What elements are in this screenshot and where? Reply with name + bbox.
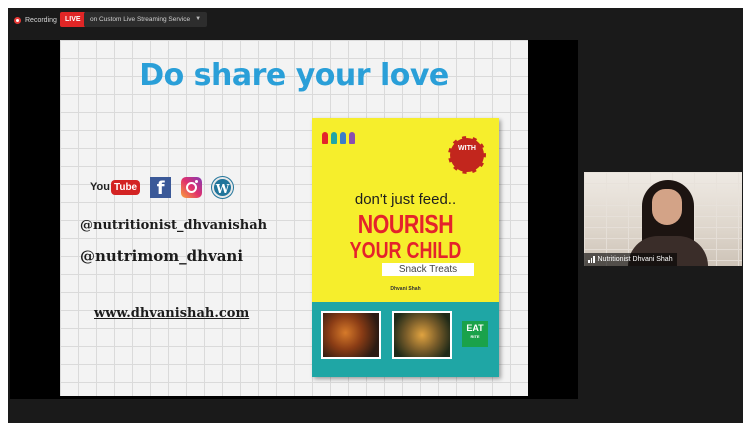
presentation-slide: Do share your love You Tube f W @nutriti…: [60, 40, 528, 396]
participant-nameplate: Nutritionist Dhvani Shah: [584, 253, 677, 266]
streaming-service-label: on Custom Live Streaming Service: [90, 16, 191, 23]
book-title-line2: YOUR CHILD: [349, 237, 462, 263]
wordpress-icon: W: [212, 176, 234, 198]
youtube-you: You: [90, 181, 110, 193]
book-tagline: don't just feed..: [354, 191, 457, 208]
kids-logo-icon: [322, 132, 362, 146]
book-title-line1: NOURISH: [357, 209, 454, 239]
instagram-icon: [181, 176, 203, 198]
recording-label: Recording: [25, 16, 57, 24]
nutrimom-handle: @nutrimom_dhvani: [80, 247, 244, 265]
meeting-window: Recording LIVE on Custom Live Streaming …: [8, 8, 743, 423]
live-badge: LIVE: [60, 12, 86, 27]
eat-rite-logo: EAT RITE: [462, 321, 488, 347]
streaming-service-dropdown[interactable]: on Custom Live Streaming Service ▼: [84, 12, 208, 27]
website-link: www.dhvanishah.com: [94, 306, 250, 321]
shared-screen: Do share your love You Tube f W @nutriti…: [10, 40, 578, 399]
noodles-photo: [321, 311, 381, 359]
book-cover: WITH don't just feed.. NOURISH YOUR CHIL…: [312, 118, 499, 377]
facebook-icon: f: [150, 176, 172, 199]
book-author: Dhvani Shah: [390, 286, 421, 292]
nutritionist-handle: @nutritionist_dhvanishah: [80, 218, 268, 233]
youtube-tube: Tube: [110, 179, 141, 195]
book-subtitle: Snack Treats: [382, 263, 474, 276]
youtube-icon: You Tube: [90, 179, 141, 195]
recording-indicator[interactable]: Recording: [14, 13, 57, 27]
caret-down-icon: ▼: [195, 16, 202, 22]
record-icon: [14, 16, 21, 24]
participant-name: Nutritionist Dhvani Shah: [597, 256, 673, 263]
status-bar: Recording LIVE on Custom Live Streaming …: [8, 8, 743, 32]
book-badge: WITH: [448, 136, 486, 174]
participant-video-tile[interactable]: Nutritionist Dhvani Shah: [584, 172, 742, 266]
signal-strength-icon: [588, 256, 595, 263]
slide-title: Do share your love: [139, 58, 449, 93]
social-icons: You Tube f W: [90, 176, 234, 199]
paneer-snack-photo: [392, 311, 452, 359]
